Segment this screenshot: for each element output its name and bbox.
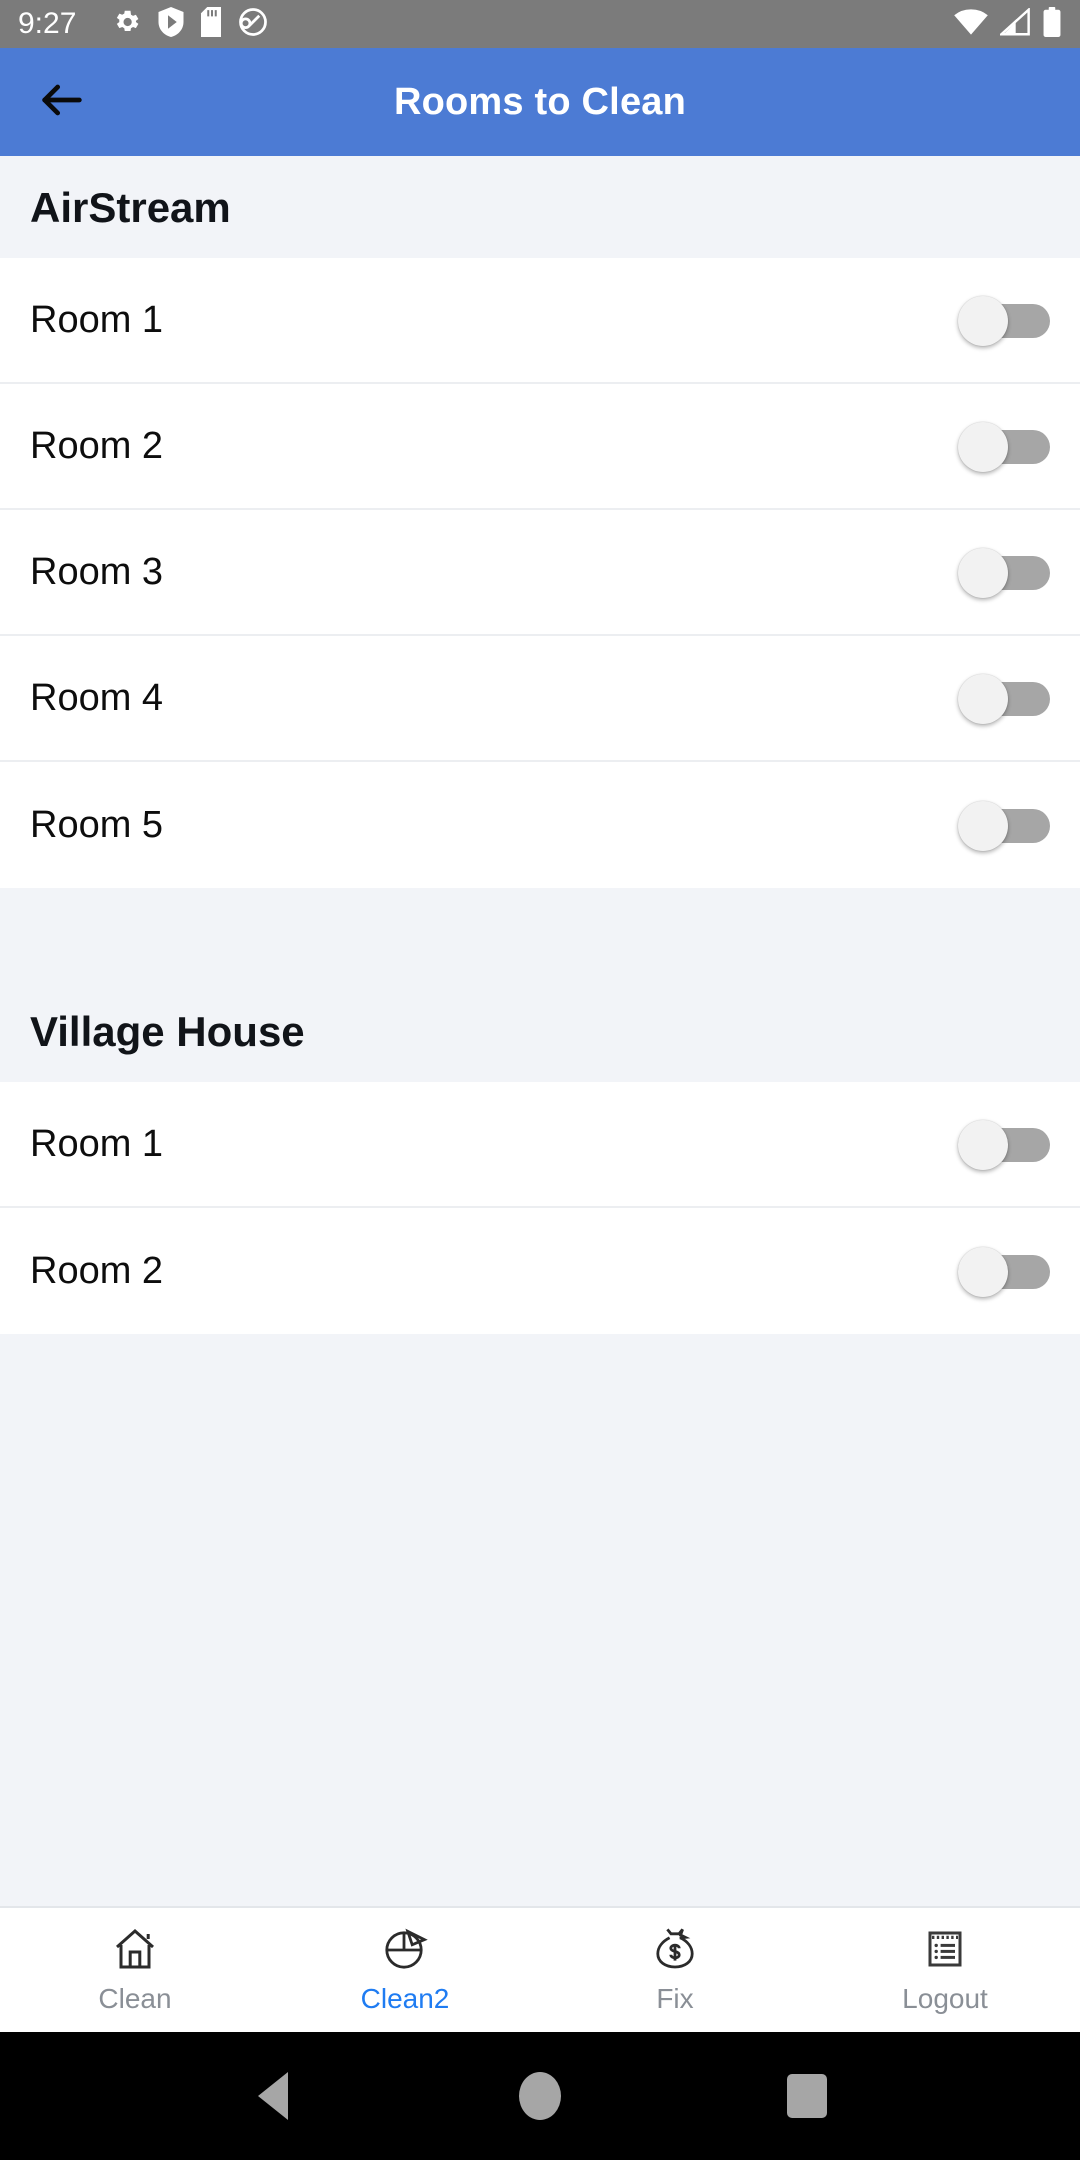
gear-icon: [112, 7, 142, 42]
toggle-thumb: [958, 801, 1008, 851]
room-label: Room 2: [30, 1249, 164, 1292]
cellular-signal-icon: [998, 6, 1030, 41]
status-bar-clock: 9:27: [18, 7, 77, 40]
back-button[interactable]: [14, 54, 110, 150]
table-row[interactable]: Room 2: [0, 1208, 1080, 1334]
room-toggle-switch[interactable]: [958, 1118, 1050, 1170]
status-bar-left: 9:27: [18, 6, 954, 42]
back-triangle-icon: [258, 2072, 289, 2120]
section-rows-airstream: Room 1 Room 2 Room 3 Room 4 Room 5: [0, 258, 1080, 888]
wifi-icon: [954, 8, 988, 41]
circle-swirl-icon: [238, 7, 268, 42]
android-back-button[interactable]: [238, 2061, 308, 2131]
recents-square-icon: [786, 2074, 827, 2118]
rooms-list: AirStream Room 1 Room 2 Room 3 Room 4 Ro…: [0, 156, 1080, 1906]
nav-item-clean[interactable]: Clean: [0, 1908, 270, 2032]
receipt-list-icon: [921, 1925, 969, 1973]
nav-label: Fix: [656, 1983, 694, 2014]
table-row[interactable]: Room 4: [0, 636, 1080, 762]
nav-item-logout[interactable]: Logout: [810, 1908, 1080, 2032]
room-toggle-switch[interactable]: [958, 546, 1050, 598]
room-toggle-switch[interactable]: [958, 672, 1050, 724]
battery-icon: [1042, 6, 1062, 42]
bottom-navigation: Clean Clean2 Fix Logout: [0, 1906, 1080, 2032]
toggle-thumb: [958, 1247, 1008, 1297]
toggle-thumb: [958, 422, 1008, 472]
money-bag-icon: [651, 1925, 699, 1973]
house-icon: [111, 1925, 159, 1973]
section-header-village-house: Village House: [0, 888, 1080, 1082]
room-toggle-switch[interactable]: [958, 799, 1050, 851]
nav-item-fix[interactable]: Fix: [540, 1908, 810, 2032]
table-row[interactable]: Room 5: [0, 762, 1080, 888]
nav-label: Clean2: [360, 1983, 450, 2014]
status-bar-right: [954, 6, 1062, 42]
table-row[interactable]: Room 1: [0, 1082, 1080, 1208]
android-navigation-bar: [0, 2032, 1080, 2160]
room-toggle-switch[interactable]: [958, 1245, 1050, 1297]
room-label: Room 1: [30, 1122, 164, 1165]
nav-label: Logout: [902, 1983, 988, 2014]
room-label: Room 5: [30, 803, 164, 846]
room-toggle-switch[interactable]: [958, 294, 1050, 346]
nav-label: Clean: [98, 1983, 172, 2014]
nav-item-clean2[interactable]: Clean2: [270, 1908, 540, 2032]
app-bar: Rooms to Clean: [0, 48, 1080, 156]
room-label: Room 1: [30, 298, 164, 341]
play-shield-icon: [158, 6, 184, 42]
room-label: Room 2: [30, 424, 164, 467]
table-row[interactable]: Room 3: [0, 510, 1080, 636]
phone-screen: 9:27 Rooms to Clean AirStream Room 1 Roo…: [0, 0, 1080, 2160]
home-circle-icon: [518, 2072, 561, 2120]
table-row[interactable]: Room 2: [0, 384, 1080, 510]
section-header-airstream: AirStream: [0, 156, 1080, 258]
pie-chart-icon: [381, 1925, 429, 1973]
back-arrow-icon: [36, 74, 88, 131]
toggle-thumb: [958, 296, 1008, 346]
android-home-button[interactable]: [505, 2061, 575, 2131]
section-rows-village-house: Room 1 Room 2: [0, 1082, 1080, 1334]
sd-card-icon: [200, 6, 222, 42]
room-label: Room 4: [30, 676, 164, 719]
toggle-thumb: [958, 548, 1008, 598]
room-toggle-switch[interactable]: [958, 420, 1050, 472]
page-title: Rooms to Clean: [393, 80, 687, 123]
status-bar: 9:27: [0, 0, 1080, 48]
toggle-thumb: [958, 674, 1008, 724]
android-recents-button[interactable]: [772, 2061, 842, 2131]
table-row[interactable]: Room 1: [0, 258, 1080, 384]
room-label: Room 3: [30, 550, 164, 593]
toggle-thumb: [958, 1120, 1008, 1170]
